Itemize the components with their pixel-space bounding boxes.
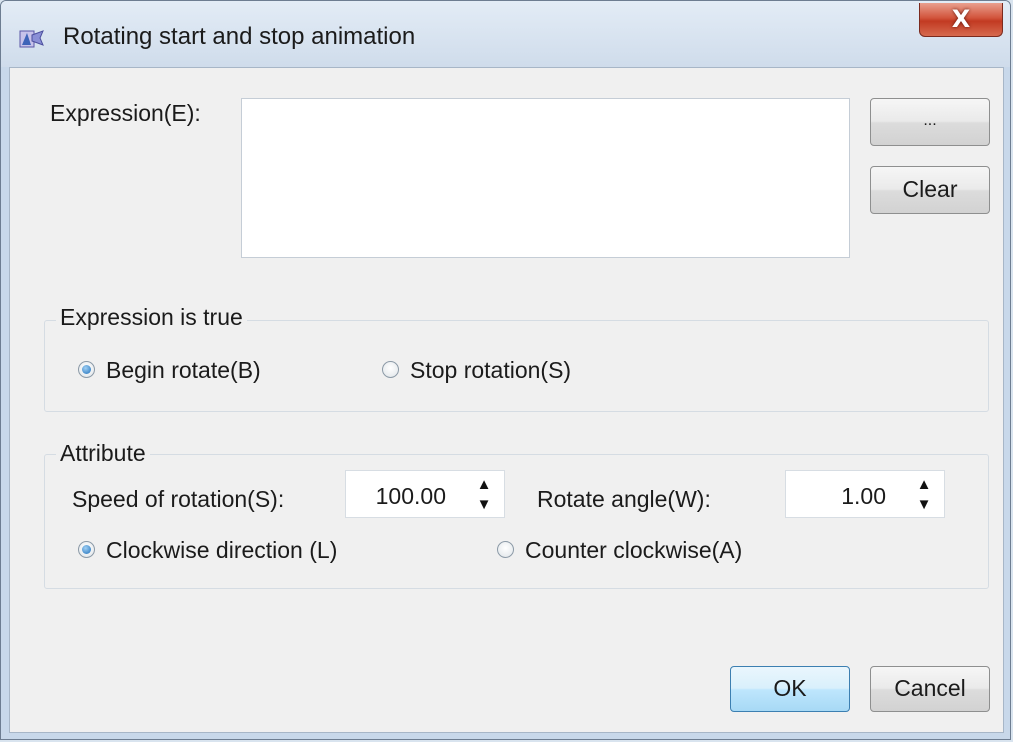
browse-button-label: ... <box>923 112 937 129</box>
clockwise-radio[interactable] <box>78 541 95 558</box>
close-button[interactable]: X <box>919 3 1003 37</box>
angle-value[interactable]: 1.00 <box>841 483 886 510</box>
stop-rotation-label[interactable]: Stop rotation(S) <box>410 357 571 384</box>
spin-up-icon[interactable]: ▲ <box>474 475 494 495</box>
angle-spin-arrows[interactable]: ▲ ▼ <box>914 475 934 515</box>
angle-spinbox[interactable]: 1.00 ▲ ▼ <box>785 470 945 518</box>
expression-label: Expression(E): <box>50 100 201 126</box>
clear-button-label: Clear <box>902 176 958 202</box>
speed-spin-arrows[interactable]: ▲ ▼ <box>474 475 494 515</box>
attribute-group-title: Attribute <box>56 440 150 467</box>
stop-rotation-radio[interactable] <box>382 361 399 378</box>
speed-spinbox[interactable]: 100.00 ▲ ▼ <box>345 470 505 518</box>
angle-label: Rotate angle(W): <box>537 486 711 512</box>
clear-button[interactable]: Clear <box>870 166 990 214</box>
ok-button-label: OK <box>773 675 807 701</box>
expression-input[interactable] <box>241 98 850 258</box>
cancel-button-label: Cancel <box>894 675 966 701</box>
counter-clockwise-label[interactable]: Counter clockwise(A) <box>525 537 742 564</box>
dialog-body: Expression(E): ... Clear Expression is t… <box>9 67 1004 733</box>
window-title: Rotating start and stop animation <box>63 23 416 50</box>
app-icon <box>19 27 45 49</box>
close-icon: X <box>951 5 971 33</box>
speed-value[interactable]: 100.00 <box>376 483 446 510</box>
cancel-button[interactable]: Cancel <box>870 666 990 712</box>
spin-down-icon[interactable]: ▼ <box>914 495 934 515</box>
expression-true-group-title: Expression is true <box>56 304 247 331</box>
spin-down-icon[interactable]: ▼ <box>474 495 494 515</box>
ok-button[interactable]: OK <box>730 666 850 712</box>
clockwise-label[interactable]: Clockwise direction (L) <box>106 537 337 564</box>
dialog-window: Rotating start and stop animation X Expr… <box>0 0 1011 740</box>
begin-rotate-radio[interactable] <box>78 361 95 378</box>
begin-rotate-label[interactable]: Begin rotate(B) <box>106 357 261 384</box>
spin-up-icon[interactable]: ▲ <box>914 475 934 495</box>
speed-label: Speed of rotation(S): <box>72 486 285 512</box>
browse-button[interactable]: ... <box>870 98 990 146</box>
counter-clockwise-radio[interactable] <box>497 541 514 558</box>
title-bar[interactable]: Rotating start and stop animation X <box>1 1 1010 67</box>
